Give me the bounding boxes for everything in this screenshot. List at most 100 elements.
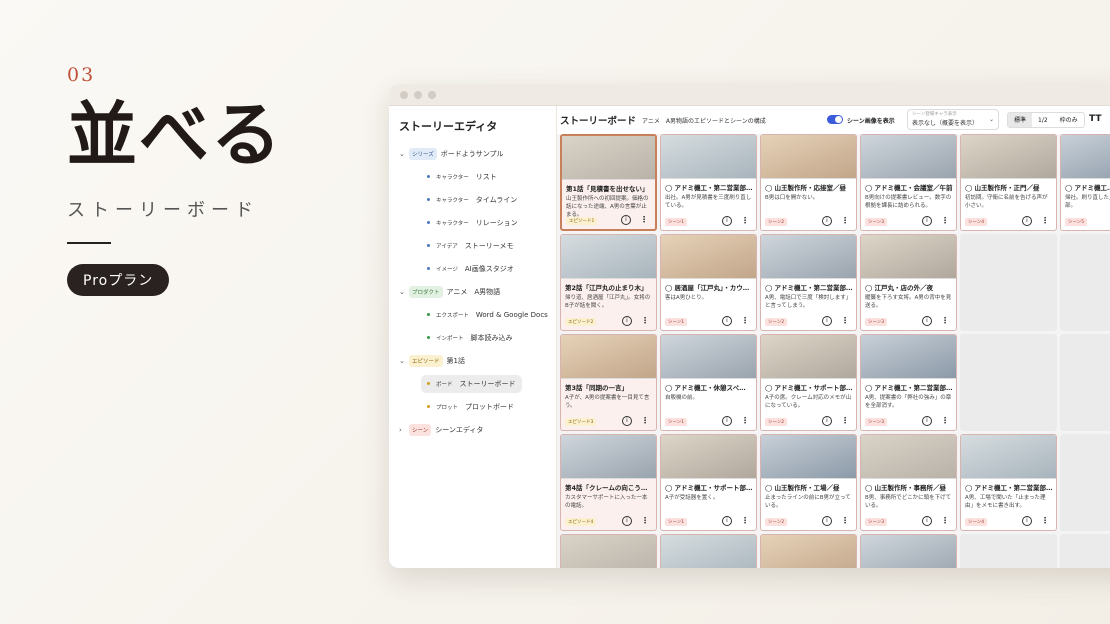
info-icon[interactable]: i (822, 516, 832, 526)
info-icon[interactable]: i (722, 216, 732, 226)
scene-card[interactable]: ◯ アドミ機工・会議室／午前 B男向けの提案書レビュー。数字の根拠を課長に詰められ… (860, 134, 957, 231)
info-icon[interactable]: i (922, 416, 932, 426)
more-options-icon[interactable]: ⋮ (641, 516, 649, 526)
card-footer: シーン4 i ⋮ (965, 514, 1052, 526)
info-icon[interactable]: i (922, 216, 932, 226)
scene-card[interactable]: ◯ アドミ機工・第二営業部… 出社。A男が見積書を三度刷り直している。 シーン1 i ⋮ (660, 134, 757, 231)
scene-thumbnail (861, 135, 956, 179)
scene-card[interactable]: ◯ 居酒屋「江戸丸」・カウ… 客はA男ひとり。 シーン1 i ⋮ (660, 234, 757, 331)
sidebar-item-scene[interactable]: › シーン シーンエディタ (389, 418, 556, 441)
window-titlebar (389, 84, 1110, 106)
scene-card[interactable]: ◯ アドミ機工・第二営業部… A男、電話口で三度「検討します」と言ってしまう。 シー… (760, 234, 857, 331)
chevron-down-icon[interactable]: ⌄ (399, 150, 409, 158)
scene-thumbnail (761, 235, 856, 279)
bullet-icon (427, 313, 430, 316)
card-footer: シーン2 i ⋮ (765, 214, 852, 226)
text-size-icon[interactable]: TT (1089, 114, 1102, 124)
sidebar-item-export[interactable]: エクスポート Word & Google Docs (389, 303, 556, 326)
scene-card[interactable]: ◯ アドミ機工・第二営業部… A男、提案書の「弊社の強み」の章を全部消す。 シーン3… (860, 334, 957, 431)
info-icon[interactable]: i (822, 416, 832, 426)
more-options-icon[interactable]: ⋮ (741, 516, 749, 526)
episode-card[interactable]: 第1話「見積書を出せない」 山王製作所への初回提案。価格の話になった途端、A男の言… (560, 134, 657, 231)
sidebar-item-episode[interactable]: ⌄ エピソード 第1話 (389, 349, 556, 372)
scene-card[interactable] (860, 534, 957, 568)
more-options-icon[interactable]: ⋮ (741, 316, 749, 326)
card-badge: シーン1 (665, 418, 688, 426)
chevron-down-icon[interactable]: ⌄ (399, 288, 409, 296)
scene-card[interactable]: ◯ 山王製作所・工場／昼 止まったラインの前にB男が立っている。 シーン2 i ⋮ (760, 434, 857, 531)
info-icon[interactable]: i (722, 416, 732, 426)
scene-card[interactable]: ◯ 江戸丸・店の外／夜 暖簾を下ろす女将。A男の背中を見送る。 シーン3 i ⋮ (860, 234, 957, 331)
seg-frame-only[interactable]: 枠のみ (1054, 113, 1084, 127)
info-icon[interactable]: i (722, 516, 732, 526)
scene-card[interactable] (660, 534, 757, 568)
info-icon[interactable]: i (922, 516, 932, 526)
sidebar-item-plotboard[interactable]: プロット プロットボード (389, 395, 556, 418)
chevron-right-icon[interactable]: › (399, 426, 409, 434)
info-icon[interactable]: i (1022, 216, 1032, 226)
window-zoom-dot[interactable] (428, 90, 436, 99)
more-options-icon[interactable]: ⋮ (741, 216, 749, 226)
sidebar-item-image[interactable]: イメージ AI画像スタジオ (389, 257, 556, 280)
sidebar-item-idea[interactable]: アイデア ストーリーメモ (389, 234, 556, 257)
scene-thumbnail (661, 135, 756, 179)
sidebar-item-character-list[interactable]: キャラクター リスト (389, 165, 556, 188)
sidebar-item-product[interactable]: ⌄ プロダクト アニメ A男物語 (389, 280, 556, 303)
more-options-icon[interactable]: ⋮ (640, 215, 648, 225)
episode-card[interactable]: 第3話「同期の一言」 A子が、A男の提案書を一目見て言う。 エピソード3 i ⋮ (560, 334, 657, 431)
card-title: ◯ 山王製作所・事務所／昼 (865, 484, 947, 492)
scene-card[interactable]: ◯ 山王製作所・応接室／昼 B男は口を開かない。 シーン2 i ⋮ (760, 134, 857, 231)
more-options-icon[interactable]: ⋮ (1041, 216, 1049, 226)
more-options-icon[interactable]: ⋮ (641, 316, 649, 326)
info-icon[interactable]: i (621, 215, 631, 225)
sidebar-item-storyboard[interactable]: ボード ストーリーボード (389, 372, 556, 395)
scene-card[interactable]: ◯ アドミ機工・第二営業部… A男、工場で聞いた「止まった理由」をメモに書き出す。… (960, 434, 1057, 531)
info-icon[interactable]: i (822, 316, 832, 326)
info-icon[interactable]: i (922, 316, 932, 326)
scene-card[interactable]: ◯ アドミ機工・サポート部… A子の席。クレーム対応のメモが山になっている。 シーン… (760, 334, 857, 431)
info-icon[interactable]: i (622, 516, 632, 526)
more-options-icon[interactable]: ⋮ (841, 416, 849, 426)
card-badge: シーン3 (865, 318, 888, 326)
scene-card[interactable] (560, 534, 657, 568)
more-options-icon[interactable]: ⋮ (641, 416, 649, 426)
bullet-icon (427, 382, 430, 385)
more-options-icon[interactable]: ⋮ (941, 216, 949, 226)
more-options-icon[interactable]: ⋮ (741, 416, 749, 426)
scene-card[interactable]: ◯ アドミ機工・サポート部… A子が受話器を置く。 シーン1 i ⋮ (660, 434, 757, 531)
episode-card[interactable]: 第4話「クレームの向こう… カスタマーサポートに入った一本の電話。 エピソード4 i ⋮ (560, 434, 657, 531)
info-icon[interactable]: i (822, 216, 832, 226)
more-options-icon[interactable]: ⋮ (941, 316, 949, 326)
sidebar-item-character-timeline[interactable]: キャラクター タイムライン (389, 188, 556, 211)
chevron-down-icon[interactable]: ⌄ (399, 357, 409, 365)
card-title: ◯ 山王製作所・工場／昼 (765, 484, 840, 492)
scene-card[interactable]: ◯ 山王製作所・事務所／昼 B男、事務所でどこかに頭を下げている。 シーン3 i ⋮ (860, 434, 957, 531)
more-options-icon[interactable]: ⋮ (841, 516, 849, 526)
info-icon[interactable]: i (622, 416, 632, 426)
more-options-icon[interactable]: ⋮ (1041, 516, 1049, 526)
sidebar-item-series[interactable]: ⌄ シリーズ ボードようサンプル (389, 142, 556, 165)
more-options-icon[interactable]: ⋮ (841, 216, 849, 226)
more-options-icon[interactable]: ⋮ (841, 316, 849, 326)
scene-card[interactable]: ◯ アドミ機工…帰社。刷り直した見積書を机に三部。シーン5i⋮ (1060, 134, 1110, 231)
info-icon[interactable]: i (1022, 516, 1032, 526)
active-item-highlight[interactable]: ボード ストーリーボード (421, 374, 522, 393)
sidebar-item-character-relation[interactable]: キャラクター リレーション (389, 211, 556, 234)
episode-card[interactable]: 第2話「江戸丸の止まり木」 帰り道、居酒屋「江戸丸」。女将のB子が話を聞く。 エピソ… (560, 234, 657, 331)
seg-standard[interactable]: 標準 (1008, 113, 1033, 127)
scene-card[interactable]: ◯ アドミ機工・休憩スペ… 自販機の前。 シーン1 i ⋮ (660, 334, 757, 431)
info-icon[interactable]: i (622, 316, 632, 326)
character-display-select[interactable]: シーン登場キャラ表示 表示なし（概要を表示） ⌄ (907, 109, 999, 130)
more-options-icon[interactable]: ⋮ (941, 516, 949, 526)
window-minimize-dot[interactable] (414, 90, 422, 99)
seg-half[interactable]: 1/2 (1032, 113, 1054, 127)
scene-card[interactable]: ◯ 山王製作所・正門／昼 初訪問。守衛に名前を告げる声が小さい。 シーン4 i ⋮ (960, 134, 1057, 231)
sidebar-item-import[interactable]: インポート 脚本読み込み (389, 326, 556, 349)
show-images-toggle[interactable] (827, 115, 843, 124)
info-icon[interactable]: i (722, 316, 732, 326)
scene-card[interactable] (760, 534, 857, 568)
window-close-dot[interactable] (400, 90, 408, 99)
scene-thumbnail (561, 335, 656, 379)
more-options-icon[interactable]: ⋮ (941, 416, 949, 426)
card-footer: エピソード2 i ⋮ (565, 314, 652, 326)
